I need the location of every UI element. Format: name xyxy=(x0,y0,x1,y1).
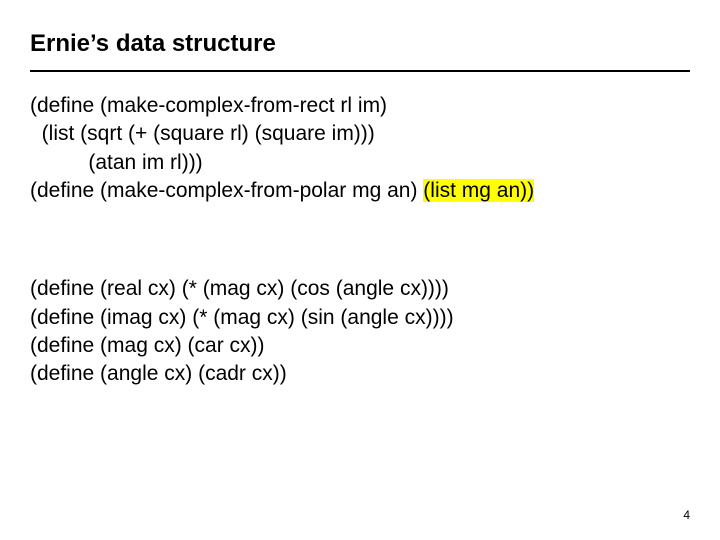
code-block-1: (define (make-complex-from-rect rl im) (… xyxy=(30,92,690,205)
code-highlight: (list mg an)) xyxy=(423,179,534,202)
code-line: (atan im rl))) xyxy=(30,151,203,174)
title-rule xyxy=(30,70,690,72)
code-line: (define (real cx) (* (mag cx) (cos (angl… xyxy=(30,277,449,300)
code-block-2: (define (real cx) (* (mag cx) (cos (angl… xyxy=(30,275,690,388)
page-number: 4 xyxy=(683,508,690,522)
code-line: (define (angle cx) (cadr cx)) xyxy=(30,362,287,385)
code-line: (define (mag cx) (car cx)) xyxy=(30,334,265,357)
spacer xyxy=(30,205,690,275)
code-line: (list (sqrt (+ (square rl) (square im))) xyxy=(30,122,375,145)
slide-title: Ernie’s data structure xyxy=(30,30,690,58)
code-line: (define (make-complex-from-polar mg an) xyxy=(30,179,423,202)
code-line: (define (imag cx) (* (mag cx) (sin (angl… xyxy=(30,306,454,329)
slide: Ernie’s data structure (define (make-com… xyxy=(0,0,720,540)
code-line: (define (make-complex-from-rect rl im) xyxy=(30,94,387,117)
